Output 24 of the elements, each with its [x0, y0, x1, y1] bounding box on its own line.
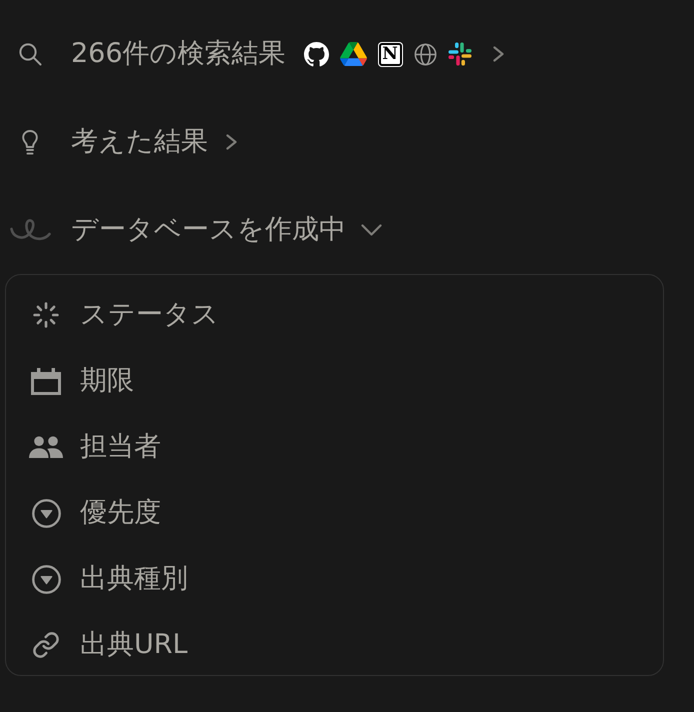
step-title: 266件の検索結果	[71, 37, 286, 71]
drive-logo-icon	[340, 42, 367, 66]
slack-logo-icon	[448, 42, 472, 66]
search-icon	[18, 42, 42, 66]
property-name: 出典URL	[80, 628, 188, 662]
chevron-down-icon[interactable]	[361, 224, 382, 236]
property-name: 担当者	[80, 430, 161, 464]
chevron-right-icon[interactable]	[226, 134, 238, 150]
property-name: 期限	[80, 364, 134, 398]
github-logo-icon	[304, 42, 329, 66]
calendar-icon	[31, 368, 61, 394]
notion-logo: N	[378, 42, 403, 66]
dashed-circle-icon	[33, 302, 59, 328]
globe-icon	[414, 42, 437, 66]
step-title: 考えた結果	[71, 125, 208, 159]
property-name: 優先度	[80, 496, 161, 530]
step-title: データベースを作成中	[71, 213, 346, 247]
lightbulb-icon	[22, 130, 38, 154]
people-icon	[29, 436, 63, 458]
loop-squiggle-icon	[10, 218, 50, 242]
link-icon	[32, 631, 60, 659]
property-name: ステータス	[80, 298, 219, 332]
chevron-right-icon[interactable]	[492, 46, 505, 62]
property-name: 出典種別	[80, 562, 188, 596]
